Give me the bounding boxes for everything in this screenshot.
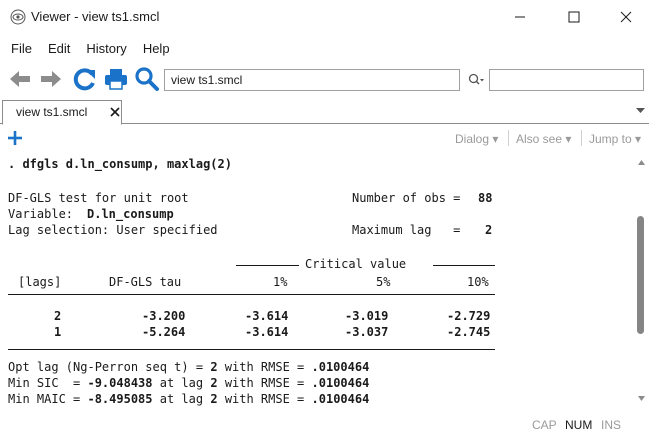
min-maic-prefix: Min MAIC = <box>8 392 81 406</box>
col-tau: DF-GLS tau <box>109 275 182 289</box>
back-arrow-icon[interactable] <box>7 66 33 92</box>
tab-strip: view ts1.smcl <box>0 100 649 125</box>
eye-icon <box>10 9 26 25</box>
plus-icon[interactable] <box>7 130 23 146</box>
tab-label: view ts1.smcl <box>16 105 88 119</box>
min-maic-value: -8.495085 <box>87 392 153 406</box>
row-tau: -3.200 <box>142 309 186 323</box>
menu-bar: File Edit History Help <box>0 35 649 61</box>
min-maic-line: Min MAIC = -8.495085 at lag 2 with RMSE … <box>8 392 369 407</box>
header-rule-right <box>433 265 495 266</box>
header-rule-left <box>236 265 299 266</box>
variable-value: D.ln_consump <box>87 207 174 221</box>
find-icon[interactable] <box>134 66 160 92</box>
row-10pct: -2.729 <box>447 309 491 323</box>
menu-help[interactable]: Help <box>135 41 178 56</box>
row-5pct: -3.037 <box>345 325 389 339</box>
critical-value-header: Critical value <box>305 257 407 271</box>
opt-lag-rmse-label: with RMSE = <box>224 360 305 374</box>
also-see-menu[interactable]: Also see ▾ <box>516 132 571 146</box>
also-see-label: Also see <box>516 132 563 146</box>
separator <box>508 130 509 146</box>
chevron-down-icon[interactable] <box>636 108 645 114</box>
viewer-toolbar: Dialog ▾ Also see ▾ Jump to ▾ <box>0 126 649 154</box>
vertical-scrollbar[interactable] <box>634 154 649 412</box>
opt-lag-prefix: Opt lag (Ng-Perron seq t) = <box>8 360 204 374</box>
maximize-button[interactable] <box>551 0 597 34</box>
window-title: Viewer - view ts1.smcl <box>31 9 160 24</box>
results-content: . dfgls d.ln_consump, maxlag(2) DF-GLS t… <box>0 154 634 410</box>
col-10pct: 10% <box>467 275 489 289</box>
address-input[interactable]: view ts1.smcl <box>164 69 460 91</box>
opt-lag-rmse: .0100464 <box>311 360 370 374</box>
command-line: . dfgls d.ln_consump, maxlag(2) <box>8 157 232 171</box>
row-tau: -5.264 <box>142 325 186 339</box>
menu-file[interactable]: File <box>0 41 40 56</box>
max-lag-value: 2 <box>485 223 493 237</box>
dialog-menu[interactable]: Dialog ▾ <box>455 132 498 146</box>
minimize-button[interactable] <box>497 0 543 34</box>
row-5pct: -3.019 <box>345 309 389 323</box>
row-1pct: -3.614 <box>245 309 289 323</box>
title-bar: Viewer - view ts1.smcl <box>0 0 649 34</box>
min-sic-lag: 2 <box>210 376 218 390</box>
num-indicator: NUM <box>565 418 593 432</box>
scroll-down-icon[interactable] <box>638 396 645 401</box>
min-sic-rmse: .0100464 <box>311 376 370 390</box>
search-icon[interactable] <box>468 73 484 87</box>
scroll-thumb[interactable] <box>637 216 644 334</box>
row-1pct: -3.614 <box>245 325 289 339</box>
opt-lag-value: 2 <box>210 360 218 374</box>
refresh-icon[interactable] <box>72 66 98 92</box>
maximize-icon <box>568 11 580 23</box>
min-maic-lag-label: at lag <box>159 392 204 406</box>
print-icon[interactable] <box>103 66 129 92</box>
row-10pct: -2.745 <box>447 325 491 339</box>
menu-edit[interactable]: Edit <box>40 41 78 56</box>
row-lags: 2 <box>54 309 62 323</box>
tab-view-ts1[interactable]: view ts1.smcl <box>2 100 122 125</box>
min-maic-rmse: .0100464 <box>311 392 370 406</box>
search-input[interactable] <box>489 69 644 91</box>
status-bar: CAP NUM INS <box>0 414 649 434</box>
min-sic-value: -9.048438 <box>87 376 153 390</box>
min-sic-lag-label: at lag <box>159 376 204 390</box>
jump-to-menu[interactable]: Jump to ▾ <box>589 132 641 146</box>
col-5pct: 5% <box>376 275 391 289</box>
row-lags: 1 <box>54 325 62 339</box>
max-lag-label: Maximum lag = <box>352 223 461 237</box>
dialog-label: Dialog <box>455 132 490 146</box>
menu-history[interactable]: History <box>78 41 134 56</box>
table-rule-bottom <box>8 349 495 350</box>
ins-indicator: INS <box>601 418 622 432</box>
min-sic-rmse-label: with RMSE = <box>224 376 305 390</box>
obs-value: 88 <box>478 191 493 205</box>
close-window-button[interactable] <box>603 0 649 34</box>
min-maic-rmse-label: with RMSE = <box>224 392 305 406</box>
table-rule-top <box>8 294 495 295</box>
close-icon[interactable] <box>109 106 121 118</box>
min-sic-prefix: Min SIC = <box>8 376 81 390</box>
col-1pct: 1% <box>273 275 288 289</box>
lag-selection: Lag selection: User specified <box>8 223 218 237</box>
scroll-up-icon[interactable] <box>638 160 645 165</box>
variable-label: Variable: <box>8 207 74 221</box>
forward-arrow-icon[interactable] <box>38 66 64 92</box>
minimize-icon <box>515 16 525 18</box>
separator <box>581 130 582 146</box>
min-maic-lag: 2 <box>210 392 218 406</box>
cap-indicator: CAP <box>532 418 557 432</box>
obs-label: Number of obs = <box>352 191 461 205</box>
opt-lag-line: Opt lag (Ng-Perron seq t) = 2 with RMSE … <box>8 360 369 375</box>
close-icon <box>620 11 632 23</box>
jump-to-label: Jump to <box>589 132 632 146</box>
test-title: DF-GLS test for unit root <box>8 191 189 205</box>
min-sic-line: Min SIC = -9.048438 at lag 2 with RMSE =… <box>8 376 369 391</box>
col-lags: [lags] <box>18 275 62 289</box>
